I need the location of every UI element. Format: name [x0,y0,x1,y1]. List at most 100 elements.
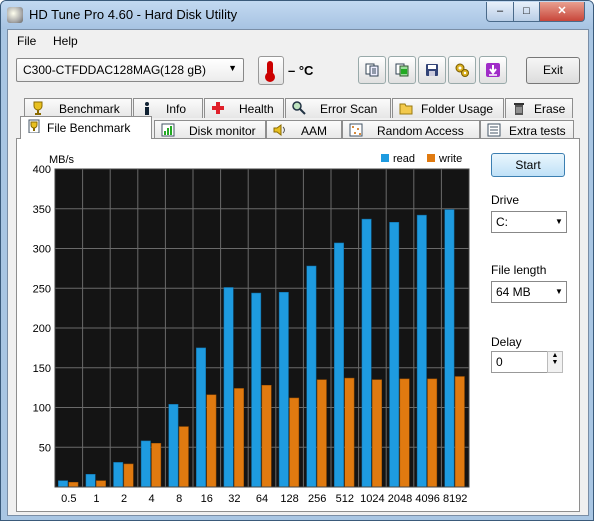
chart-legend: read write [381,153,462,165]
file-length-value: 64 MB [496,285,531,299]
x-tick-label: 32 [228,493,240,505]
spin-up-icon[interactable]: ▲ [548,352,562,359]
close-button[interactable]: ✕ [539,2,585,22]
x-tick-label: 512 [336,493,354,505]
copy-text-button[interactable] [358,56,386,84]
tab-random-access[interactable]: Random Access [342,120,480,140]
delay-label: Delay [491,335,522,349]
thermometer-icon [258,56,284,85]
bar-write [372,379,382,488]
tab-health[interactable]: Health [204,98,284,118]
menu-file[interactable]: File [17,34,36,48]
delay-input[interactable]: 0 [491,351,548,373]
options-button[interactable] [448,56,476,84]
y-tick-label: 250 [33,283,51,295]
tab-folder-usage[interactable]: Folder Usage [392,98,504,118]
bar-write [454,376,465,488]
bar-read [251,292,262,488]
x-tick-label: 16 [201,493,213,505]
folder-icon [399,103,413,115]
transfer-rate-chart: MB/s read write 50 100 150 200 250 300 350 400 0… [33,153,470,505]
menu-help[interactable]: Help [53,34,78,48]
bar-read [223,287,234,488]
application-window: HD Tune Pro 4.60 - Hard Disk Utility ‒ □… [0,0,594,521]
bar-read [113,462,124,488]
maximize-button[interactable]: □ [513,2,540,22]
tab-benchmark-label: Benchmark [59,102,120,116]
save-button[interactable] [418,56,446,84]
tab-file-benchmark[interactable]: File Benchmark [20,116,152,139]
bar-read [168,404,179,488]
start-button[interactable]: Start [491,153,565,177]
tab-health-label: Health [239,102,274,116]
y-tick-label: 200 [33,323,51,335]
bar-write [344,377,355,488]
title-bar[interactable]: HD Tune Pro 4.60 - Hard Disk Utility ‒ □… [1,1,593,29]
drive-label: Drive [491,193,520,207]
tab-info[interactable]: Info [133,98,203,118]
options-gears-icon [455,63,469,77]
tab-extra-tests[interactable]: Extra tests [480,120,574,140]
tab-error-scan-label: Error Scan [320,102,378,116]
file-length-label: File length [491,263,547,277]
file-length-select[interactable]: 64 MB ▼ [491,281,567,303]
bar-write [427,378,438,488]
x-tick-label: 64 [256,493,268,505]
tab-aam[interactable]: AAM [266,120,342,140]
x-tick-label: 128 [280,493,298,505]
bar-write [123,463,134,488]
app-icon [7,7,23,23]
temperature-readout: – °C [288,63,314,78]
copy-text-icon [365,63,379,77]
monitor-chart-icon [161,123,175,137]
tab-erase[interactable]: Erase [505,98,573,118]
tab-error-scan[interactable]: Error Scan [285,98,391,118]
x-tick-label: 2 [121,493,127,505]
chart-plot-area: 50 100 150 200 250 300 350 400 0.5 1 2 4 8 16 32 64 128 2… [33,164,470,505]
file-benchmark-panel: MB/s read write 50 100 150 200 250 300 350 400 0… [16,138,580,512]
drive-size: (128 gB) [160,63,207,77]
drive-select[interactable]: C: ▼ [491,211,567,233]
delay-value: 0 [496,355,503,369]
tab-disk-monitor[interactable]: Disk monitor [154,120,266,140]
spin-down-icon[interactable]: ▼ [548,359,562,366]
y-axis-label: MB/s [49,154,75,166]
copy-screenshot-button[interactable] [388,56,416,84]
speaker-icon [273,124,285,136]
download-button[interactable] [479,56,507,84]
bar-read [389,222,400,488]
save-icon [426,64,438,76]
bar-read [58,480,68,488]
tab-extra-tests-label: Extra tests [509,124,566,138]
bar-read [85,474,96,488]
x-tick-label: 0.5 [61,493,76,505]
bar-write [96,480,106,488]
bar-write [68,481,79,488]
legend-read-label: read [393,153,415,165]
bar-read [140,440,151,488]
bar-read [334,242,344,488]
client-area: File Help C300-CTFDDAC128MAG (128 gB) ▼ … [7,29,589,516]
trash-icon [514,103,524,115]
exit-button[interactable]: Exit [526,57,580,84]
bar-write [151,443,162,488]
drive-dropdown[interactable]: C300-CTFDDAC128MAG (128 gB) ▼ [16,58,244,82]
toolbar: C300-CTFDDAC128MAG (128 gB) ▼ – °C Exit [8,52,588,90]
x-tick-label: 4 [149,493,155,505]
minimize-button[interactable]: ‒ [486,2,514,22]
x-tick-label: 256 [308,493,326,505]
menu-bar: File Help [8,30,588,52]
bar-read [416,214,427,488]
tab-benchmark[interactable]: Benchmark [24,98,132,118]
x-tick-label: 1 [93,493,99,505]
drive-select-value: C: [496,215,508,229]
file-benchmark-icon [28,119,40,133]
tab-file-benchmark-label: File Benchmark [47,121,131,135]
bar-write [234,388,244,488]
delay-spinner[interactable]: ▲ ▼ [547,351,563,373]
tab-aam-label: AAM [301,124,328,138]
legend-write-label: write [438,153,462,165]
bar-write [261,384,272,488]
y-tick-label: 50 [39,442,51,454]
x-tick-label: 4096 [415,493,439,505]
